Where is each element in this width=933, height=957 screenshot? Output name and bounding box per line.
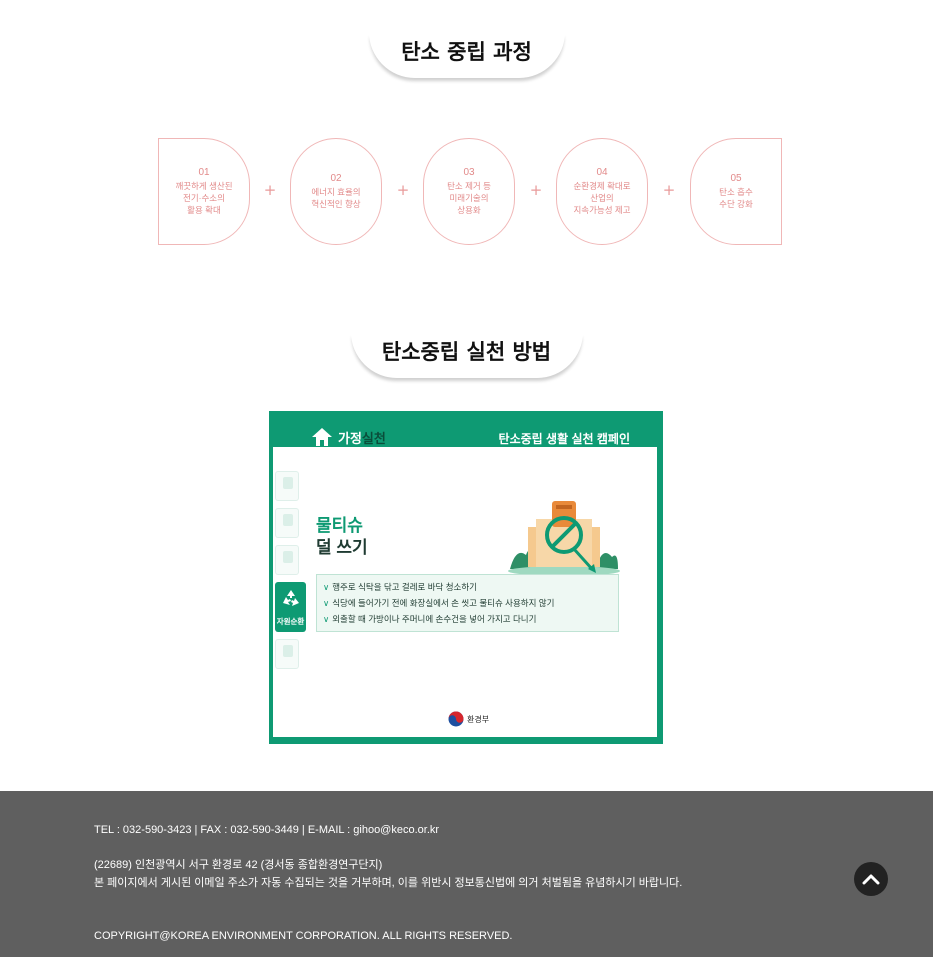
footer-notice: 본 페이지에서 게시된 이메일 주소가 자동 수집되는 것을 거부하며, 이를 … bbox=[94, 877, 683, 889]
recycle-icon bbox=[280, 588, 302, 610]
plus-sign: + bbox=[662, 181, 676, 199]
process-steps: 01 깨끗하게 생산된 전기·수소의 활용 확대 + 02 에너지 효율의 혁신… bbox=[158, 138, 782, 246]
scroll-top-button[interactable] bbox=[854, 862, 888, 896]
plus-sign: + bbox=[396, 181, 410, 199]
side-nav-item[interactable] bbox=[275, 471, 299, 501]
side-nav-item[interactable] bbox=[275, 508, 299, 538]
side-active-label: 자원순환 bbox=[276, 617, 305, 626]
step-number: 05 bbox=[730, 173, 742, 184]
footer-copyright: COPYRIGHT@KOREA ENVIRONMENT CORPORATION.… bbox=[94, 930, 513, 942]
step-number: 01 bbox=[198, 167, 210, 178]
section-title-process: 탄소 중립 과정 bbox=[369, 32, 565, 78]
step-number: 03 bbox=[463, 167, 475, 178]
side-nav-item[interactable] bbox=[275, 639, 299, 669]
step-text: 탄소 흡수 수단 강화 bbox=[719, 187, 753, 209]
process-step-2: 02 에너지 효율의 혁신적인 향상 bbox=[290, 138, 382, 245]
side-nav-item-active[interactable]: 자원순환 bbox=[275, 582, 306, 632]
ministry-logo: 환경부 bbox=[445, 711, 489, 727]
card-category: 가정 실천 bbox=[311, 426, 386, 448]
step-number: 04 bbox=[596, 167, 608, 178]
side-nav-item[interactable] bbox=[275, 545, 299, 575]
step-number: 02 bbox=[330, 173, 342, 184]
site-footer: TEL : 032-590-3423 | FAX : 032-590-3449 … bbox=[0, 791, 933, 957]
tips-box: ∨ 행주로 식탁을 닦고 걸레로 바닥 청소하기 ∨ 식당에 들어가기 전에 화장실… bbox=[316, 574, 619, 632]
cart-icon bbox=[283, 514, 293, 526]
headline-line-1: 물티슈 bbox=[316, 516, 363, 535]
tip-item: ∨ 행주로 식탁을 닦고 걸레로 바닥 청소하기 bbox=[323, 579, 612, 595]
section-title-practice: 탄소중립 실천 방법 bbox=[351, 332, 583, 378]
footer-contact: TEL : 032-590-3423 | FAX : 032-590-3449 … bbox=[94, 824, 440, 836]
step-text: 탄소 제거 등 미래기술의 상용화 bbox=[447, 181, 491, 215]
taegeuk-emblem-icon bbox=[448, 711, 464, 727]
tip-item: ∨ 외출할 때 가방이나 주머니에 손수건을 넣어 가지고 다니기 bbox=[323, 611, 612, 627]
chevron-up-icon bbox=[862, 874, 880, 885]
ministry-name: 환경부 bbox=[467, 714, 490, 724]
car-icon bbox=[283, 551, 293, 563]
process-step-5: 05 탄소 흡수 수단 강화 bbox=[690, 138, 782, 245]
campaign-card: 가정 실천 탄소중립 생활 실천 캠페인 자원순환 물티슈 덜 쓰기 ∨ 행주로… bbox=[269, 411, 663, 744]
tip-text: 외출할 때 가방이나 주머니에 손수건을 넣어 가지고 다니기 bbox=[332, 614, 537, 624]
plus-sign: + bbox=[263, 181, 277, 199]
home-icon bbox=[311, 426, 333, 448]
step-text: 깨끗하게 생산된 전기·수소의 활용 확대 bbox=[175, 181, 233, 215]
check-icon: ∨ bbox=[323, 614, 330, 624]
check-icon: ∨ bbox=[323, 582, 330, 592]
plus-sign: + bbox=[529, 181, 543, 199]
side-nav: 자원순환 bbox=[275, 471, 306, 676]
category-main: 가정 bbox=[338, 430, 362, 446]
step-text: 에너지 효율의 혁신적인 향상 bbox=[311, 187, 361, 209]
lightning-icon bbox=[283, 477, 293, 489]
category-sub: 실천 bbox=[361, 430, 386, 446]
card-body: 자원순환 물티슈 덜 쓰기 ∨ 행주로 식탁을 닦고 걸레로 바닥 청소하기 ∨… bbox=[273, 447, 657, 737]
tip-text: 행주로 식탁을 닦고 걸레로 바닥 청소하기 bbox=[332, 582, 477, 592]
step-text: 순환경제 확대로 산업의 지속가능성 제고 bbox=[573, 181, 631, 215]
campaign-headline: 물티슈 덜 쓰기 bbox=[316, 515, 368, 559]
check-icon: ∨ bbox=[323, 598, 330, 608]
footer-address: (22689) 인천광역시 서구 환경로 42 (경서동 종합환경연구단지) bbox=[94, 859, 383, 871]
headline-line-2: 덜 쓰기 bbox=[316, 538, 368, 557]
tip-item: ∨ 식당에 들어가기 전에 화장실에서 손 씻고 물티슈 사용하지 않기 bbox=[323, 595, 612, 611]
tip-text: 식당에 들어가기 전에 화장실에서 손 씻고 물티슈 사용하지 않기 bbox=[332, 598, 555, 608]
process-step-3: 03 탄소 제거 등 미래기술의 상용화 bbox=[423, 138, 515, 245]
campaign-name: 탄소중립 생활 실천 캠페인 bbox=[498, 432, 630, 446]
people-icon bbox=[283, 645, 293, 657]
process-step-4: 04 순환경제 확대로 산업의 지속가능성 제고 bbox=[556, 138, 648, 245]
process-step-1: 01 깨끗하게 생산된 전기·수소의 활용 확대 bbox=[158, 138, 250, 245]
